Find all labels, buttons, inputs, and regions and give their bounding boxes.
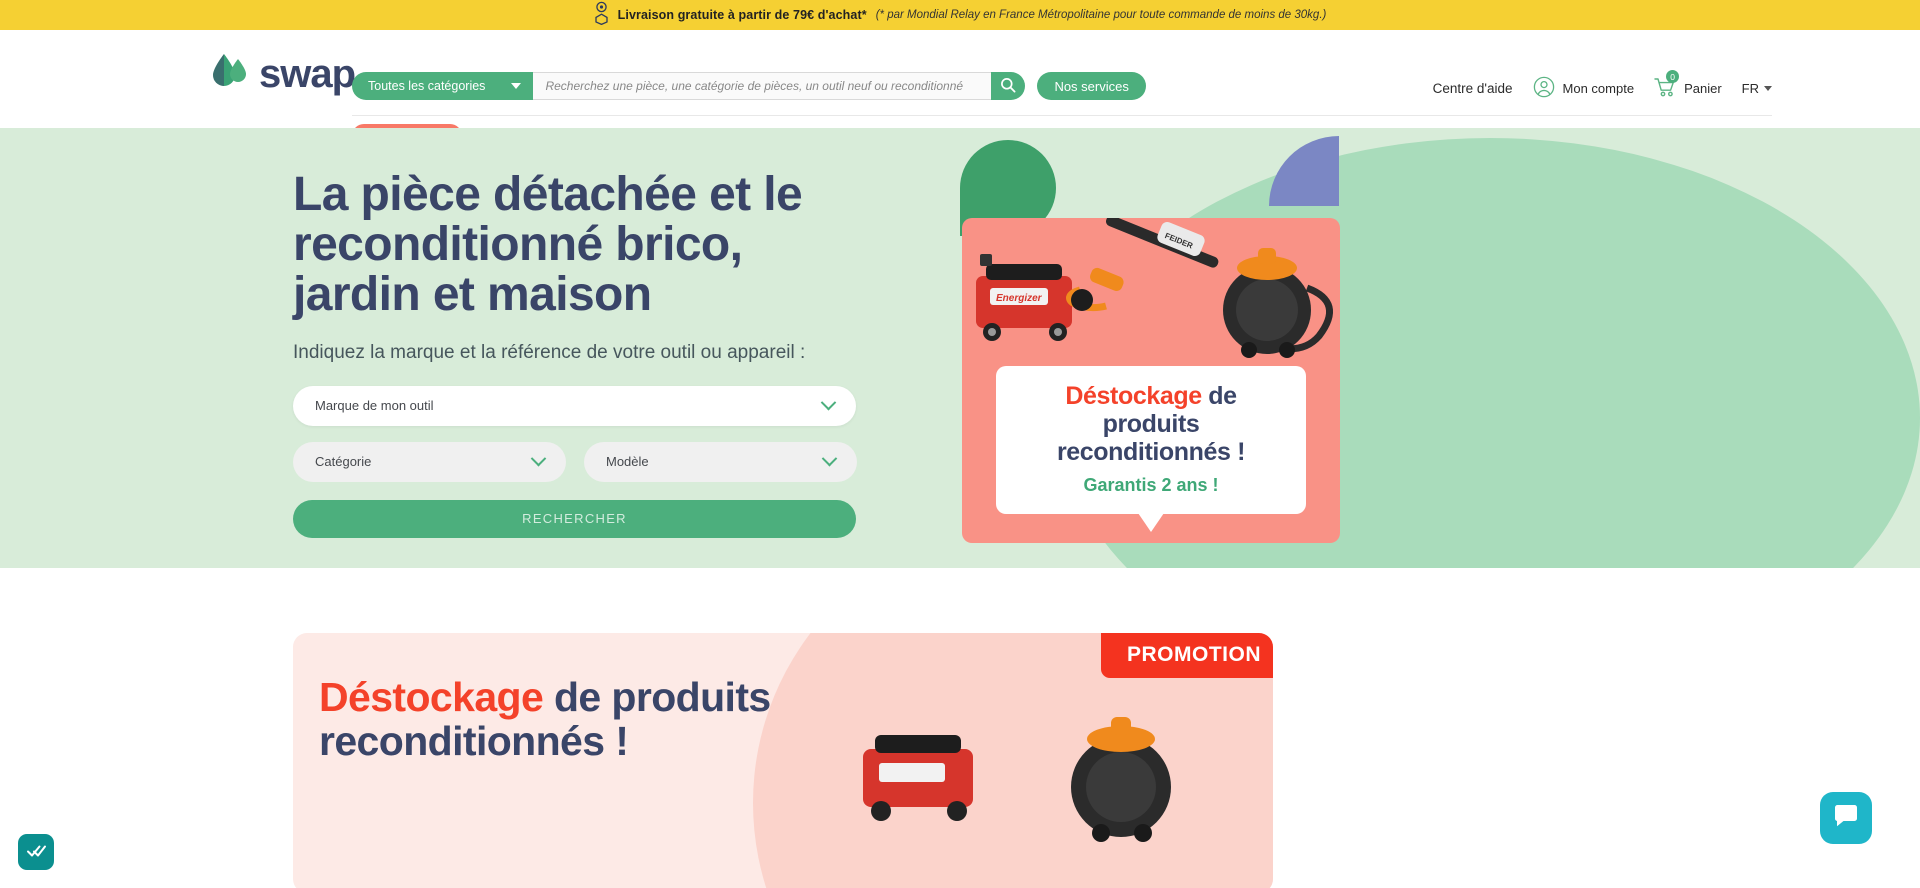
search-icon [1000,77,1016,96]
promotion-badge: PROMOTION [1101,633,1273,678]
brand-select[interactable]: Marque de mon outil [293,385,856,426]
promo-heading: Déstockage de produits reconditionnés ! [1014,382,1288,466]
help-center-link[interactable]: Centre d'aide [1433,81,1513,96]
account-link[interactable]: Mon compte [1533,76,1635,101]
vacuum-image [1223,248,1333,358]
hero-promo-card[interactable]: Energizer FEIDER Déstockage de produits … [962,215,1340,543]
logo-text: swap [259,51,356,96]
hero-title-line-3: jardin et maison [293,267,652,321]
hero-title-line-2: reconditionné brico, [293,217,743,271]
caret-down-icon [1764,86,1772,91]
search-submit-button[interactable] [991,72,1026,100]
banner-title: Déstockage de produits reconditionnés ! [319,675,771,764]
user-circle-icon [1533,76,1555,101]
hero-section: La pièce détachée et le reconditionné br… [0,128,1920,568]
brand-select-label: Marque de mon outil [315,398,434,414]
services-button[interactable]: Nos services [1037,72,1146,100]
promo-heading-highlight: Déstockage [1065,382,1202,410]
language-label: FR [1741,81,1759,96]
promotion-banner[interactable]: Déstockage de produits reconditionnés ! [293,633,1273,888]
svg-text:Energizer: Energizer [996,293,1043,304]
hero-subtitle: Indiquez la marque et la référence de vo… [293,341,806,363]
generator-image: Energizer [976,254,1072,341]
page-title: La pièce détachée et le reconditionné br… [293,170,893,320]
banner-title-rest: de produits [543,674,771,720]
cart-count-badge: 0 [1666,70,1680,83]
model-select-label: Modèle [606,454,649,470]
swap-droplet-logo [208,51,250,96]
lower-section: Déstockage de produits reconditionnés ! [0,568,1920,888]
hero-content: La pièce détachée et le reconditionné br… [293,170,893,538]
announcement-bar: Livraison gratuite à partir de 79€ d'ach… [0,0,1920,30]
chevron-down-icon [530,451,547,467]
category-select[interactable]: Catégorie [293,441,566,482]
logo[interactable]: swap [208,51,356,96]
chat-bubble-icon [1833,804,1859,833]
caret-down-icon [511,83,522,89]
privacy-settings-button[interactable] [18,834,54,870]
header-divider [352,115,1772,116]
banner-title-highlight: Déstockage [319,674,544,720]
chevron-down-icon [821,451,838,467]
location-pin-icon [594,1,609,30]
announcement-sub-text: (* par Mondial Relay en France Métropoli… [875,9,1327,21]
search-input[interactable] [533,72,992,100]
language-selector[interactable]: FR [1742,81,1772,96]
chat-widget-button[interactable] [1820,792,1872,844]
category-dropdown[interactable]: Toutes les catégories [352,72,534,100]
promo-product-images: Energizer FEIDER [962,215,1340,378]
banner-generator-image [863,735,973,821]
promo-warranty-text: Garantis 2 ans ! [1083,475,1219,495]
banner-vacuum-image [1071,717,1171,842]
account-label: Mon compte [1562,81,1635,96]
chevron-down-icon [820,395,837,411]
rechercher-button[interactable]: RECHERCHER [293,499,856,538]
header-right-actions: Centre d'aide Mon compte 0 Panier FR [1433,70,1772,101]
hero-title-line-1: La pièce détachée et le [293,168,803,221]
banner-product-images [853,683,1253,858]
banner-title-line-2: reconditionnés ! [319,718,629,765]
announcement-main-text: Livraison gratuite à partir de 79€ d'ach… [617,8,867,22]
trimmer-image: FEIDER [1066,215,1219,312]
category-model-row: Catégorie Modèle [293,441,893,482]
model-select[interactable]: Modèle [584,441,857,482]
category-select-label: Catégorie [315,454,372,470]
decorative-purple-blob [1269,136,1339,206]
promo-bubble: Déstockage de produits reconditionnés ! … [996,366,1306,532]
privacy-shield-icon [25,839,47,866]
cart-link[interactable]: 0 Panier [1654,70,1722,100]
category-dropdown-label: Toutes les catégories [368,79,486,93]
header-search-row: Toutes les catégories Nos services [352,72,1146,100]
cart-label: Panier [1684,81,1722,96]
site-header: swap Toutes les catégories Nos services … [0,30,1920,148]
